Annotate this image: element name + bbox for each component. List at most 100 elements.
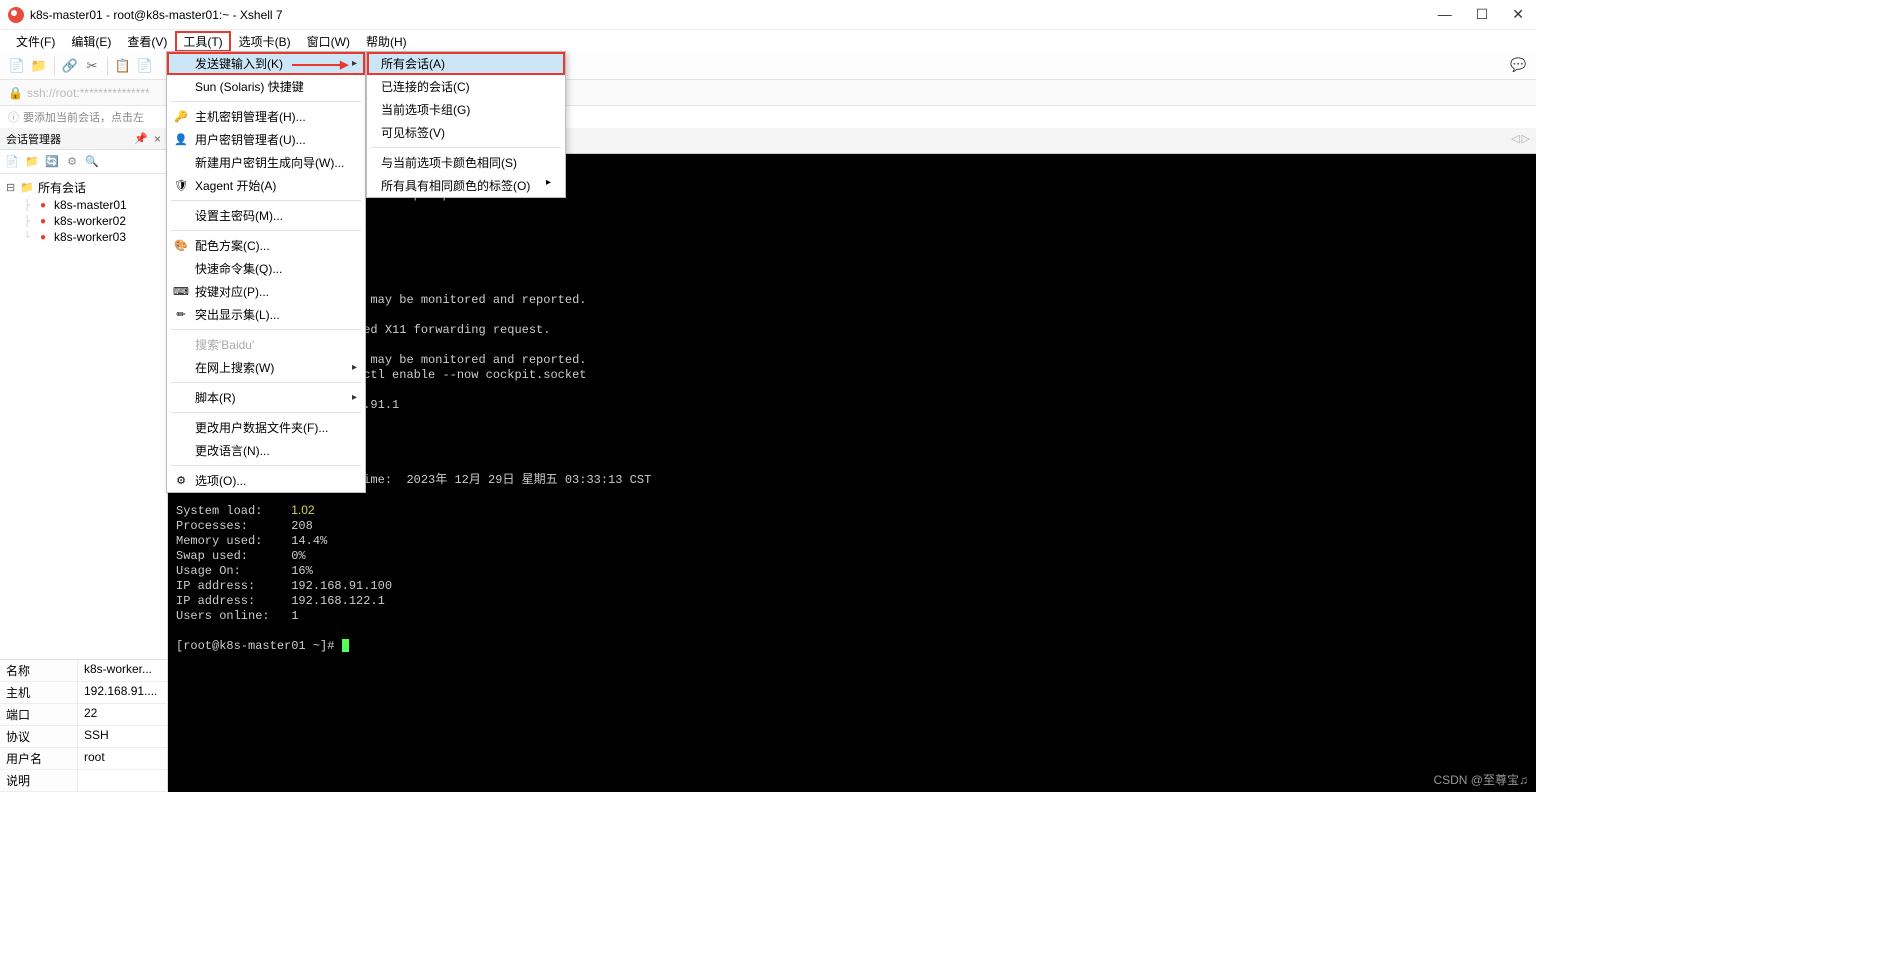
sidebar-toolbar: 📄 📁 🔄 ⚙ 🔍 <box>0 150 167 174</box>
dd-label: 在网上搜索(W) <box>195 359 274 376</box>
prop-val: root <box>78 748 167 769</box>
reconnect-icon[interactable]: 🔗 <box>61 57 79 75</box>
prop-val: 22 <box>78 704 167 725</box>
dd-label: 配色方案(C)... <box>195 237 270 254</box>
tools-dropdown: 发送键输入到(K) ▸ Sun (Solaris) 快捷键 🔑 主机密钥管理者(… <box>166 51 366 493</box>
chat-icon[interactable]: 💬 <box>1510 57 1528 75</box>
menu-tabs[interactable]: 选项卡(B) <box>231 31 299 52</box>
dd-search-web[interactable]: 在网上搜索(W) ▸ <box>167 356 365 379</box>
dd-master-pw[interactable]: 设置主密码(M)... <box>167 204 365 227</box>
collapse-icon[interactable]: ⊟ <box>6 181 16 194</box>
tab-prev-icon[interactable]: ◁ <box>1511 132 1519 145</box>
tree-session-0[interactable]: ├ ● k8s-master01 <box>0 197 167 213</box>
prop-key: 名称 <box>0 660 78 681</box>
dd-change-lang[interactable]: 更改语言(N)... <box>167 439 365 462</box>
menu-help[interactable]: 帮助(H) <box>358 31 415 52</box>
dd-xagent[interactable]: 🛡 Xagent 开始(A) <box>167 174 365 197</box>
chevron-right-icon: ▸ <box>546 177 551 188</box>
sm-same-color[interactable]: 与当前选项卡颜色相同(S) <box>367 151 565 174</box>
dd-label: 更改语言(N)... <box>195 442 270 459</box>
session-icon: ● <box>36 198 50 212</box>
sidebar: 会话管理器 📌 × 📄 📁 🔄 ⚙ 🔍 ⊟ 📁 所有会话 ├ ● k8s-mas… <box>0 128 168 792</box>
maximize-button[interactable]: ☐ <box>1476 6 1489 23</box>
dd-options[interactable]: ⚙ 选项(O)... <box>167 469 365 492</box>
dd-highlight[interactable]: ✏ 突出显示集(L)... <box>167 303 365 326</box>
menu-tools[interactable]: 工具(T) <box>175 31 230 52</box>
menu-file[interactable]: 文件(F) <box>8 31 63 52</box>
dd-separator <box>171 200 361 201</box>
sm-all-same-color[interactable]: 所有具有相同颜色的标签(O) ▸ <box>367 174 565 197</box>
gear-icon: ⚙ <box>173 472 189 488</box>
dd-label: 选项(O)... <box>195 472 246 489</box>
disconnect-icon[interactable]: ✂ <box>83 57 101 75</box>
sidebar-close-icon[interactable]: × <box>154 132 161 146</box>
pin-icon[interactable]: 📌 <box>134 132 148 146</box>
tree-line: ├ <box>22 200 32 211</box>
dd-new-key[interactable]: 新建用户密钥生成向导(W)... <box>167 151 365 174</box>
chevron-right-icon: ▸ <box>352 362 357 373</box>
filter-icon[interactable]: 🔍 <box>84 154 100 170</box>
dd-script[interactable]: 脚本(R) ▸ <box>167 386 365 409</box>
dd-label: 突出显示集(L)... <box>195 306 280 323</box>
prop-row-user: 用户名 root <box>0 748 167 770</box>
new-session-icon[interactable]: 📄 <box>8 57 26 75</box>
session-icon: ● <box>36 214 50 228</box>
paste-icon[interactable]: 📄 <box>136 57 154 75</box>
tab-next-icon[interactable]: ▷ <box>1522 132 1530 145</box>
minimize-button[interactable]: — <box>1438 6 1452 23</box>
dd-host-key[interactable]: 🔑 主机密钥管理者(H)... <box>167 105 365 128</box>
sm-current-tab[interactable]: 当前选项卡组(G) <box>367 98 565 121</box>
dd-label: 新建用户密钥生成向导(W)... <box>195 154 344 171</box>
dd-sun[interactable]: Sun (Solaris) 快捷键 <box>167 75 365 98</box>
dd-color-scheme[interactable]: 🎨 配色方案(C)... <box>167 234 365 257</box>
info-icon: ⓘ <box>8 109 19 125</box>
folder-icon[interactable]: 📁 <box>24 154 40 170</box>
tree-root-label: 所有会话 <box>38 179 86 196</box>
prop-row-port: 端口 22 <box>0 704 167 726</box>
refresh-icon[interactable]: 🔄 <box>44 154 60 170</box>
dd-change-folder[interactable]: 更改用户数据文件夹(F)... <box>167 416 365 439</box>
sm-label: 当前选项卡组(G) <box>381 103 470 117</box>
prop-row-desc: 说明 <box>0 770 167 792</box>
session-tree: ⊟ 📁 所有会话 ├ ● k8s-master01 ├ ● k8s-worker… <box>0 174 167 249</box>
close-button[interactable]: ✕ <box>1512 6 1524 23</box>
sm-visible-tabs[interactable]: 可见标签(V) <box>367 121 565 144</box>
tree-session-2[interactable]: └ ● k8s-worker03 <box>0 229 167 245</box>
chevron-right-icon: ▸ <box>352 392 357 403</box>
tree-line: └ <box>22 232 32 243</box>
hint-text: 要添加当前会话，点击左 <box>23 109 144 125</box>
sm-all-sessions[interactable]: 所有会话(A) <box>367 52 565 75</box>
key-icon: 🔑 <box>173 108 189 124</box>
menu-view[interactable]: 查看(V) <box>119 31 175 52</box>
app-icon <box>8 7 24 23</box>
dd-key-map[interactable]: ⌨ 按键对应(P)... <box>167 280 365 303</box>
sidebar-header: 会话管理器 📌 × <box>0 128 167 150</box>
tree-session-1[interactable]: ├ ● k8s-worker02 <box>0 213 167 229</box>
folder-icon: 📁 <box>20 181 34 195</box>
prop-row-proto: 协议 SSH <box>0 726 167 748</box>
copy-icon[interactable]: 📋 <box>114 57 132 75</box>
user-key-icon: 👤 <box>173 131 189 147</box>
dd-label: 设置主密码(M)... <box>195 207 283 224</box>
dd-quick-cmd[interactable]: 快速命令集(Q)... <box>167 257 365 280</box>
terminal[interactable]: reserved. o use Xshell prompt. 00:22... … <box>168 154 1536 792</box>
props-icon[interactable]: ⚙ <box>64 154 80 170</box>
dd-separator <box>171 382 361 383</box>
prop-row-host: 主机 192.168.91.... <box>0 682 167 704</box>
prop-row-name: 名称 k8s-worker... <box>0 660 167 682</box>
dd-label: 主机密钥管理者(H)... <box>195 108 306 125</box>
content: 1 k8s-master01 + ◁ ▷ reserved. o use Xsh… <box>168 128 1536 792</box>
new-icon[interactable]: 📄 <box>4 154 20 170</box>
sm-label: 所有具有相同颜色的标签(O) <box>381 179 530 193</box>
session-icon: ● <box>36 230 50 244</box>
dd-user-key[interactable]: 👤 用户密钥管理者(U)... <box>167 128 365 151</box>
sm-connected[interactable]: 已连接的会话(C) <box>367 75 565 98</box>
open-icon[interactable]: 📁 <box>30 57 48 75</box>
highlight-icon: ✏ <box>173 306 189 322</box>
tree-root[interactable]: ⊟ 📁 所有会话 <box>0 178 167 197</box>
menu-window[interactable]: 窗口(W) <box>299 31 358 52</box>
sm-separator <box>371 147 561 148</box>
watermark: CSDN @至尊宝♫ <box>1433 771 1528 788</box>
menu-edit[interactable]: 编辑(E) <box>63 31 119 52</box>
dd-label: 发送键输入到(K) <box>195 55 283 72</box>
